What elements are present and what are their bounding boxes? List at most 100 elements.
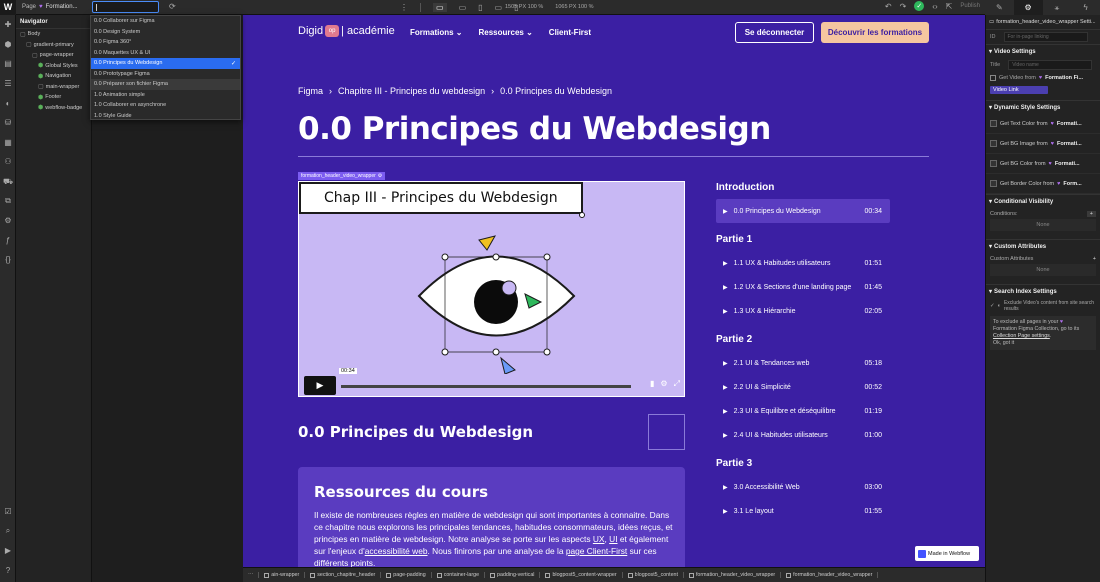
toc-lesson-item[interactable]: ▶ 3.0 Accessibilité Web 03:00: [716, 475, 890, 499]
dropdown-item[interactable]: 0.0 Figma 360°: [91, 37, 240, 48]
page-selector[interactable]: Page ♥ Formation...: [16, 4, 78, 10]
discover-button[interactable]: Découvrir les formations: [821, 22, 929, 43]
navigator-item[interactable]: ▢ Body: [16, 29, 91, 40]
navigator-item[interactable]: ⬢ webflow-badge: [16, 103, 91, 114]
ux-link[interactable]: UX: [593, 534, 605, 544]
video-icon[interactable]: ▶: [0, 541, 16, 561]
navigator-icon[interactable]: ☰: [0, 74, 16, 94]
dynamic-style-row[interactable]: Get BG Color from ♥ Formati...: [986, 154, 1100, 174]
site-menu-item[interactable]: Ressources ⌄: [479, 28, 533, 37]
search-index-section[interactable]: ▾ Search Index Settings: [986, 284, 1100, 298]
add-attribute-button[interactable]: +: [1093, 256, 1096, 262]
conditional-visibility-section[interactable]: ▾ Conditional Visibility: [986, 194, 1100, 208]
dropdown-item[interactable]: 0.0 Design System: [91, 27, 240, 38]
site-menu-item[interactable]: Client-First: [549, 28, 591, 37]
custom-attributes-section[interactable]: ▾ Custom Attributes: [986, 239, 1100, 253]
navigator-item[interactable]: ⬢ Global Styles: [16, 61, 91, 72]
add-icon[interactable]: ✚: [0, 15, 16, 35]
dropdown-item[interactable]: 0.0 Prototypage Figma: [91, 69, 240, 80]
navigator-item[interactable]: ▢ gradient-primary: [16, 40, 91, 51]
toc-lesson-item[interactable]: ▶ 1.1 UX & Habitudes utilisateurs 01:51: [716, 251, 890, 275]
dropdown-item[interactable]: 0.0 Principes du Webdesign ✓: [91, 58, 240, 69]
element-breadcrumb-item[interactable]: section_chapitre_header: [305, 572, 382, 578]
site-menu-item[interactable]: Formations ⌄: [410, 28, 463, 37]
toc-lesson-item[interactable]: ▶ 2.3 UI & Equilibre et déséquilibre 01:19: [716, 399, 890, 423]
navigator-item[interactable]: ⬢ Navigation: [16, 71, 91, 82]
element-breadcrumb-item[interactable]: ain-wrapper: [259, 572, 306, 578]
breadcrumb-item[interactable]: Chapitre III - Principes du webdesign: [338, 86, 485, 96]
video-link-field[interactable]: Video Link: [990, 86, 1048, 94]
refresh-icon[interactable]: ⟳: [169, 2, 176, 11]
accessibility-link[interactable]: accessibilité web: [365, 546, 428, 556]
element-breadcrumb-item[interactable]: formation_header_video_wrapper: [684, 572, 782, 578]
publish-button[interactable]: Publish: [960, 3, 980, 9]
styles-icon[interactable]: ◐: [0, 93, 16, 113]
toc-lesson-item[interactable]: ▶ 2.1 UI & Tendances web 05:18: [716, 351, 890, 375]
code-icon[interactable]: ‹›: [932, 2, 937, 11]
navigator-item[interactable]: ⬢ Footer: [16, 92, 91, 103]
interactions-tab-icon[interactable]: ⚹: [1043, 0, 1072, 15]
lightning-tab-icon[interactable]: ϟ: [1071, 0, 1100, 15]
style-tab-brush-icon[interactable]: ✎: [985, 0, 1014, 15]
toc-lesson-item[interactable]: ▶ 2.2 UI & Simplicité 00:52: [716, 375, 890, 399]
settings-icon[interactable]: ⚙: [660, 379, 667, 389]
webflow-logo[interactable]: W: [0, 0, 16, 15]
element-breadcrumb-item[interactable]: formation_header_video_wrapper: [781, 572, 879, 578]
logout-button[interactable]: Se déconnecter: [735, 22, 814, 43]
dropdown-item[interactable]: 0.0 Collaborer sur Figma: [91, 16, 240, 27]
title-input[interactable]: Video name: [1008, 60, 1093, 70]
settings-icon[interactable]: ⚙: [0, 211, 16, 231]
id-input[interactable]: For in-page linking: [1003, 32, 1088, 42]
toc-lesson-item[interactable]: ▶ 3.1 Le layout 01:55: [716, 499, 890, 523]
dynamic-style-section[interactable]: ▾ Dynamic Style Settings: [986, 100, 1100, 114]
export-icon[interactable]: ⇱: [946, 2, 953, 11]
navigator-item[interactable]: ▢ page-wrapper: [16, 50, 91, 61]
volume-icon[interactable]: ▮: [650, 379, 654, 389]
ui-link[interactable]: UI: [609, 534, 617, 544]
add-condition-button[interactable]: +: [1086, 210, 1096, 217]
pages-icon[interactable]: ▤: [0, 54, 16, 74]
toc-lesson-item[interactable]: ▶ 1.3 UX & Hiérarchie 02:05: [716, 299, 890, 323]
dropdown-item[interactable]: 1.0 Animation simple: [91, 90, 240, 101]
tablet-icon[interactable]: ▯: [478, 3, 482, 12]
play-button[interactable]: ▶: [304, 376, 336, 395]
element-breadcrumb-item[interactable]: padding-vertical: [485, 572, 541, 578]
element-breadcrumb-item[interactable]: blogpost5_content-wrapper: [540, 572, 623, 578]
dynamic-style-row[interactable]: Get Border Color from ♥ Form...: [986, 174, 1100, 194]
made-in-webflow-badge[interactable]: Made in Webflow: [915, 546, 979, 561]
exclude-search-row[interactable]: ✓ ◐ Exclude Video's content from site sear…: [986, 298, 1100, 314]
checklist-icon[interactable]: ☑: [0, 502, 16, 522]
dropdown-item[interactable]: 0.0 Préparer son fichier Figma: [91, 79, 240, 90]
ok-got-it-button[interactable]: Ok, got it: [993, 340, 1014, 346]
desktop-wide-icon[interactable]: ▭: [459, 3, 467, 12]
more-icon[interactable]: ⋯: [243, 572, 260, 578]
toc-lesson-item[interactable]: ▶ 1.2 UX & Sections d'une landing page 01:…: [716, 275, 890, 299]
video-settings-section[interactable]: ▾ Video Settings: [986, 44, 1100, 58]
client-first-link[interactable]: page Client-First: [566, 546, 627, 556]
dynamic-style-row[interactable]: Get Text Color from ♥ Formati...: [986, 114, 1100, 134]
dynamic-style-row[interactable]: Get BG Image from ♥ Formati...: [986, 134, 1100, 154]
integrations-icon[interactable]: ƒ: [0, 231, 16, 251]
dropdown-item[interactable]: 0.0 Maquettes UX & UI: [91, 48, 240, 59]
toc-lesson-item[interactable]: ▶ 0.0 Principes du Webdesign 00:34: [716, 199, 890, 223]
search-icon[interactable]: ⌕: [0, 521, 16, 541]
settings-tab-gear-icon[interactable]: ⚙: [1013, 0, 1043, 15]
variables-icon[interactable]: {}: [0, 250, 16, 270]
empty-element-box[interactable]: [648, 414, 685, 450]
help-icon[interactable]: ?: [0, 560, 16, 580]
element-breadcrumb-item[interactable]: container-large: [432, 572, 486, 578]
collection-page-settings-link[interactable]: Collection Page settings: [993, 333, 1050, 339]
dropdown-item[interactable]: 1.0 Collaborer en asynchrone: [91, 100, 240, 111]
desktop-breakpoint-icon[interactable]: ▭: [433, 3, 447, 12]
redo-icon[interactable]: ↷: [900, 2, 907, 11]
element-breadcrumb-item[interactable]: blogpost5_content: [623, 572, 684, 578]
collection-item-search-input[interactable]: [92, 1, 159, 13]
more-icon[interactable]: ⋮: [400, 3, 408, 12]
video-progress-bar[interactable]: [341, 385, 631, 388]
selected-element-tag[interactable]: formation_header_video_wrapper ⚙: [298, 172, 386, 180]
logic-icon[interactable]: ⧉: [0, 191, 16, 211]
site-logo[interactable]: Digid op | académie: [298, 25, 395, 37]
cms-icon[interactable]: ⛁: [0, 113, 16, 133]
video-player[interactable]: Chap III - Principes du Webdesign 00:34 …: [298, 181, 685, 397]
dropdown-item[interactable]: 1.0 Style Guide: [91, 111, 240, 122]
